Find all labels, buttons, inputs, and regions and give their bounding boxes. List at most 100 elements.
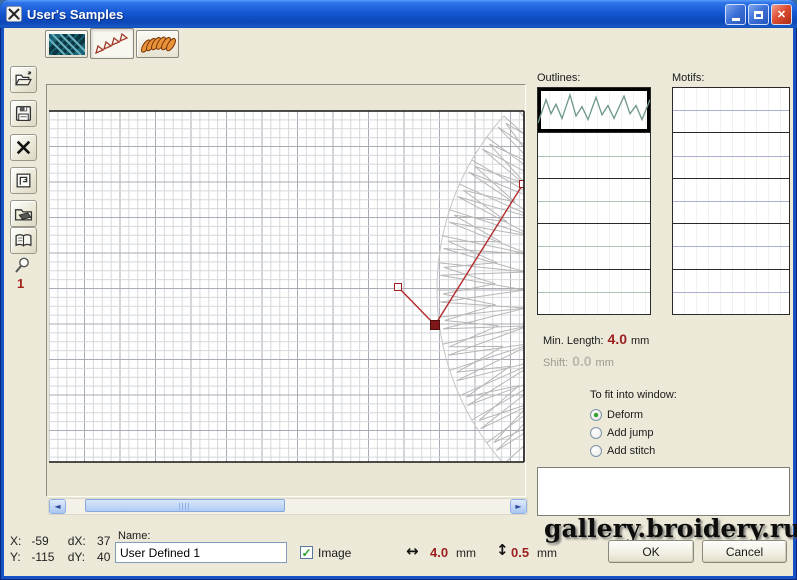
- radio-add-stitch[interactable]: Add stitch: [590, 443, 655, 458]
- radio-icon: [590, 427, 602, 439]
- straight-line-preview: [673, 156, 789, 157]
- scrollbar-thumb[interactable]: [85, 499, 285, 512]
- save-floppy-icon: [14, 104, 33, 123]
- min-length-row: Min. Length: 4.0 mm: [543, 331, 649, 347]
- magnifier-icon: [12, 256, 32, 276]
- cord-sample-button[interactable]: [136, 30, 179, 58]
- y-value: -115: [31, 549, 64, 565]
- vertical-size-unit: mm: [537, 546, 557, 560]
- ok-button[interactable]: OK: [608, 540, 694, 563]
- sample-drawing: [47, 85, 525, 496]
- x-label: X:: [10, 533, 28, 549]
- fit-into-window-label: To fit into window:: [590, 389, 677, 401]
- outline-cell-5[interactable]: [538, 270, 650, 314]
- preview-box: [537, 467, 790, 516]
- straight-line-preview: [673, 292, 789, 293]
- dx-value: 37: [97, 533, 110, 549]
- dy-label: dY:: [68, 549, 94, 565]
- horizontal-size-value: 4.0: [430, 545, 448, 560]
- minimize-icon: [732, 18, 740, 21]
- properties-icon: [14, 171, 33, 190]
- open-folder-icon: [14, 70, 33, 89]
- outline-sample-thumbnail-icon: [93, 32, 131, 56]
- motif-cell-3[interactable]: [673, 179, 789, 224]
- y-label: Y:: [10, 549, 28, 565]
- outline-cell-1[interactable]: [538, 88, 650, 133]
- cancel-button[interactable]: Cancel: [702, 540, 787, 563]
- title-bar[interactable]: User's Samples ✕: [0, 0, 797, 28]
- scroll-left-button[interactable]: ◄: [49, 499, 66, 514]
- fit-options-group: Deform Add jump Add stitch: [590, 407, 655, 461]
- outline-sample-button[interactable]: [90, 28, 134, 59]
- import-folder-icon: [14, 204, 33, 223]
- book-icon: [14, 231, 33, 250]
- vertical-size-value: 0.5: [511, 545, 529, 560]
- cord-sample-thumbnail-icon: [140, 33, 176, 55]
- outline-cell-4[interactable]: [538, 224, 650, 269]
- radio-icon: [590, 445, 602, 457]
- motif-cell-1[interactable]: [673, 88, 789, 133]
- motif-cell-2[interactable]: [673, 133, 789, 178]
- open-sample-button[interactable]: [10, 66, 37, 93]
- sample-library-button[interactable]: [10, 227, 37, 254]
- dialog-client-area: 1 ◄ ► Outlines: Motifs: Min. Length: 4.0…: [4, 28, 793, 576]
- radio-icon: [590, 409, 602, 421]
- motifs-list[interactable]: [672, 87, 790, 315]
- shift-unit: mm: [596, 357, 614, 369]
- outline-cell-3[interactable]: [538, 179, 650, 224]
- name-label: Name:: [118, 530, 150, 542]
- scroll-right-button[interactable]: ►: [510, 499, 527, 514]
- vertical-size-icon: ↕: [496, 541, 509, 559]
- radio-label: Deform: [607, 409, 643, 421]
- dx-label: dX:: [68, 533, 94, 549]
- zoom-level-label: 1: [17, 276, 24, 291]
- import-sample-button[interactable]: [10, 200, 37, 227]
- coordinates-status: X: -59 dX: 37 Y: -115 dY: 40: [10, 533, 110, 565]
- horizontal-size-icon: ↔: [406, 542, 419, 560]
- outlines-label: Outlines:: [537, 72, 580, 84]
- scrollbar-track[interactable]: [66, 499, 510, 514]
- zigzag-outline-preview: [538, 88, 650, 132]
- watermark: gallery.broidery.ru: [544, 514, 797, 543]
- radio-add-jump[interactable]: Add jump: [590, 425, 655, 440]
- motif-cell-5[interactable]: [673, 270, 789, 314]
- image-checkbox-label: Image: [318, 546, 351, 560]
- maximize-icon: [754, 11, 763, 19]
- minimize-button[interactable]: [725, 4, 746, 25]
- delete-x-icon: [14, 138, 33, 157]
- users-samples-dialog: User's Samples ✕: [0, 0, 797, 580]
- save-sample-button[interactable]: [10, 100, 37, 127]
- motif-cell-4[interactable]: [673, 224, 789, 269]
- delete-sample-button[interactable]: [10, 134, 37, 161]
- fill-sample-thumbnail-icon: [49, 34, 85, 55]
- close-button[interactable]: ✕: [771, 4, 792, 25]
- name-input[interactable]: [115, 542, 287, 563]
- min-length-label: Min. Length:: [543, 335, 604, 347]
- min-length-value: 4.0: [608, 331, 627, 347]
- outlines-list[interactable]: [537, 87, 651, 315]
- motifs-label: Motifs:: [672, 72, 704, 84]
- shift-row: Shift: 0.0 mm: [543, 353, 614, 369]
- window-title: User's Samples: [27, 7, 123, 22]
- maximize-button[interactable]: [748, 4, 769, 25]
- app-icon: [6, 6, 22, 22]
- horizontal-size-unit: mm: [456, 546, 476, 560]
- canvas-horizontal-scrollbar[interactable]: ◄ ►: [48, 498, 528, 515]
- straight-line-preview: [673, 246, 789, 247]
- straight-line-preview: [673, 110, 789, 111]
- shift-label: Shift:: [543, 357, 568, 369]
- fill-sample-button[interactable]: [45, 30, 88, 58]
- dy-value: 40: [97, 549, 110, 565]
- shift-value: 0.0: [572, 353, 591, 369]
- image-checkbox[interactable]: ✓: [300, 546, 313, 559]
- x-value: -59: [31, 533, 64, 549]
- outline-cell-2[interactable]: [538, 133, 650, 178]
- straight-line-preview: [538, 246, 650, 247]
- sample-properties-button[interactable]: [10, 167, 37, 194]
- radio-deform[interactable]: Deform: [590, 407, 655, 422]
- sample-canvas[interactable]: [46, 84, 526, 497]
- straight-line-preview: [538, 201, 650, 202]
- radio-label: Add stitch: [607, 445, 655, 457]
- min-length-unit: mm: [631, 335, 649, 347]
- straight-line-preview: [673, 201, 789, 202]
